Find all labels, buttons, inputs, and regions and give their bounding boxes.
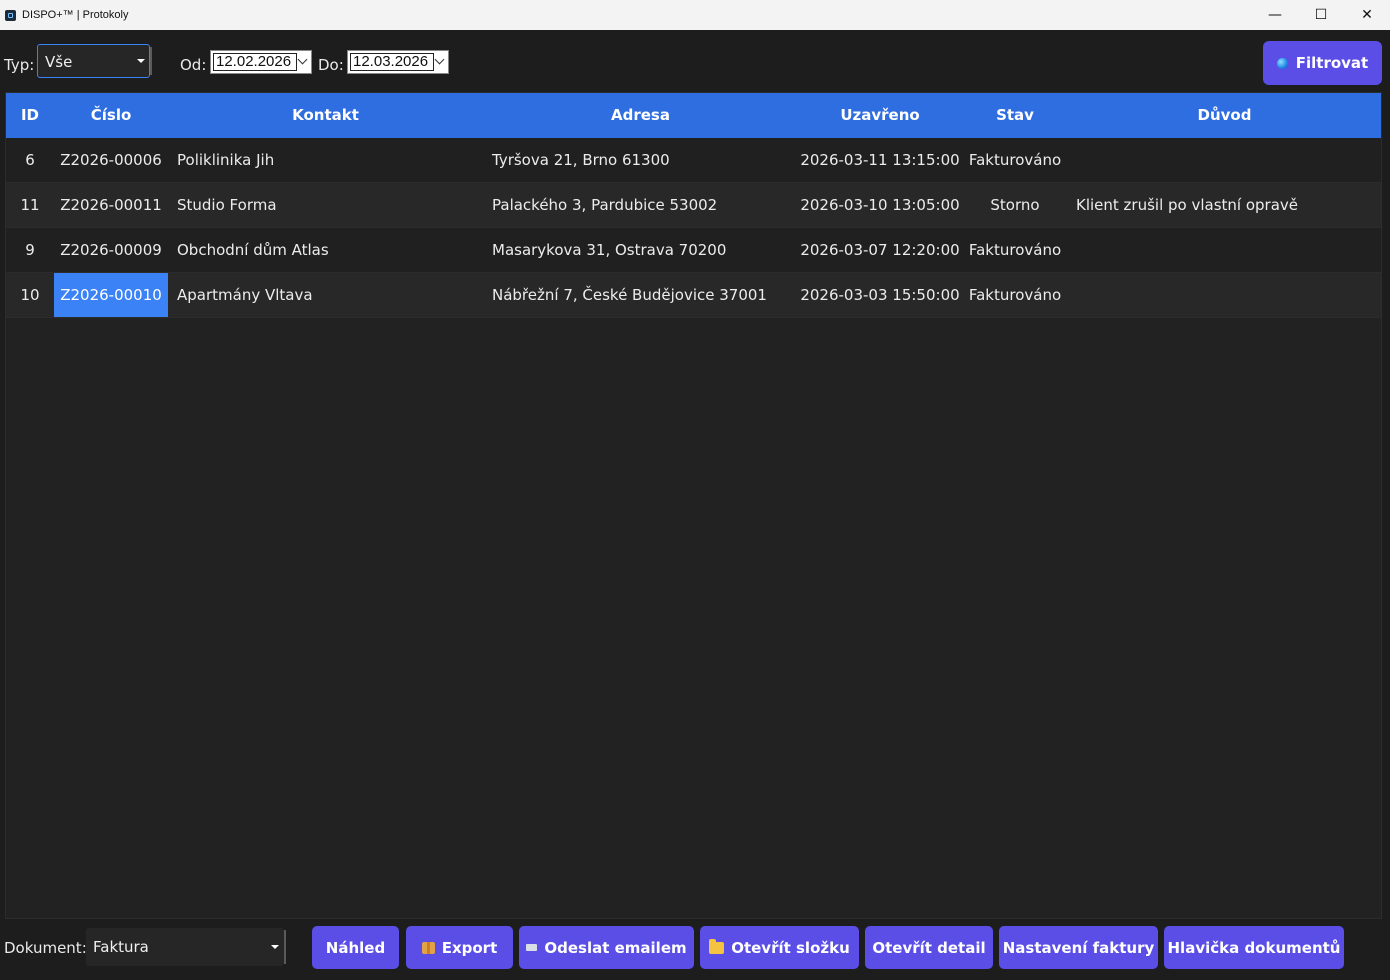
cell-id[interactable]: 11 bbox=[6, 183, 54, 227]
do-label: Do: bbox=[318, 56, 344, 74]
cell-stav[interactable]: Fakturováno bbox=[962, 273, 1068, 317]
od-label: Od: bbox=[180, 56, 207, 74]
envelope-icon bbox=[526, 944, 538, 951]
column-header-id[interactable]: ID bbox=[6, 93, 54, 138]
dokument-label: Dokument: bbox=[4, 939, 87, 957]
cell-stav[interactable]: Storno bbox=[962, 183, 1068, 227]
cell-cislo-selected[interactable]: Z2026-00010 bbox=[54, 273, 168, 317]
document-header-button[interactable]: Hlavička dokumentů bbox=[1164, 926, 1344, 969]
cell-kontakt[interactable]: Studio Forma bbox=[177, 183, 277, 227]
dokument-select-value: Faktura bbox=[93, 938, 149, 956]
cell-uzavreno[interactable]: 2026-03-07 12:20:00 bbox=[798, 228, 962, 272]
filter-toolbar: Typ: Vše Od: 12.02.2026 Do: 12.03.2026 F… bbox=[0, 30, 1390, 92]
cell-adresa[interactable]: Nábřežní 7, České Budějovice 37001 bbox=[492, 273, 767, 317]
chevron-down-icon[interactable] bbox=[297, 54, 308, 65]
minimize-button[interactable]: — bbox=[1252, 0, 1298, 30]
column-header-kontakt[interactable]: Kontakt bbox=[168, 93, 483, 138]
window-title: DISPO+™ | Protokoly bbox=[22, 9, 129, 21]
chevron-down-icon[interactable] bbox=[434, 54, 445, 65]
caret-down-icon bbox=[137, 59, 145, 63]
select-divider bbox=[284, 930, 286, 964]
send-email-button[interactable]: Odeslat emailem bbox=[519, 926, 694, 969]
window-controls: — ☐ ✕ bbox=[1252, 0, 1390, 30]
maximize-button[interactable]: ☐ bbox=[1298, 0, 1344, 30]
package-icon bbox=[421, 941, 435, 954]
protocols-table[interactable]: ID Číslo Kontakt Adresa Uzavřeno Stav Dů… bbox=[5, 92, 1382, 919]
preview-button[interactable]: Náhled bbox=[312, 926, 399, 969]
open-folder-button[interactable]: Otevřít složku bbox=[700, 926, 859, 969]
cell-cislo[interactable]: Z2026-00011 bbox=[54, 183, 168, 227]
invoice-settings-button-label: Nastavení faktury bbox=[1002, 938, 1155, 957]
cell-cislo[interactable]: Z2026-00009 bbox=[54, 228, 168, 272]
cell-kontakt[interactable]: Apartmány Vltava bbox=[177, 273, 313, 317]
export-button-label: Export bbox=[441, 938, 498, 957]
invoice-settings-button[interactable]: Nastavení faktury bbox=[999, 926, 1158, 969]
app-logo-icon bbox=[5, 9, 16, 21]
column-header-cislo[interactable]: Číslo bbox=[54, 93, 168, 138]
typ-label: Typ: bbox=[4, 56, 35, 74]
cell-kontakt[interactable]: Obchodní dům Atlas bbox=[177, 228, 329, 272]
cell-adresa[interactable]: Masarykova 31, Ostrava 70200 bbox=[492, 228, 726, 272]
table-row[interactable]: 10 Z2026-00010 Apartmány Vltava Nábřežní… bbox=[6, 273, 1381, 318]
table-row[interactable]: 6 Z2026-00006 Poliklinika Jih Tyršova 21… bbox=[6, 138, 1381, 183]
cell-kontakt[interactable]: Poliklinika Jih bbox=[177, 138, 274, 182]
cell-cislo[interactable]: Z2026-00006 bbox=[54, 138, 168, 182]
preview-button-label: Náhled bbox=[325, 938, 386, 957]
cell-uzavreno[interactable]: 2026-03-11 13:15:00 bbox=[798, 138, 962, 182]
cell-stav[interactable]: Fakturováno bbox=[962, 228, 1068, 272]
title-bar: DISPO+™ | Protokoly — ☐ ✕ bbox=[0, 0, 1390, 30]
open-folder-button-label: Otevřít složku bbox=[731, 938, 850, 957]
cell-id[interactable]: 9 bbox=[6, 228, 54, 272]
folder-icon bbox=[709, 938, 725, 954]
cell-adresa[interactable]: Tyršova 21, Brno 61300 bbox=[492, 138, 670, 182]
cell-adresa[interactable]: Palackého 3, Pardubice 53002 bbox=[492, 183, 717, 227]
table-row[interactable]: 9 Z2026-00009 Obchodní dům Atlas Masaryk… bbox=[6, 228, 1381, 273]
send-email-button-label: Odeslat emailem bbox=[544, 938, 687, 957]
column-header-duvod[interactable]: Důvod bbox=[1068, 93, 1381, 138]
typ-select[interactable]: Vše bbox=[37, 44, 152, 78]
od-date-value[interactable]: 12.02.2026 bbox=[213, 53, 297, 71]
open-detail-button-label: Otevřít detail bbox=[872, 938, 986, 957]
table-header: ID Číslo Kontakt Adresa Uzavřeno Stav Dů… bbox=[6, 93, 1381, 138]
cell-duvod[interactable]: Klient zrušil po vlastní opravě bbox=[1076, 183, 1298, 227]
filter-button-label: Filtrovat bbox=[1295, 54, 1369, 72]
select-divider bbox=[150, 47, 152, 75]
globe-icon bbox=[1276, 57, 1288, 69]
filter-button[interactable]: Filtrovat bbox=[1263, 41, 1382, 85]
column-header-uzavreno[interactable]: Uzavřeno bbox=[798, 93, 962, 138]
export-button[interactable]: Export bbox=[406, 926, 513, 969]
typ-select-value: Vše bbox=[45, 53, 73, 71]
do-date-picker[interactable]: 12.03.2026 bbox=[347, 50, 449, 74]
cell-stav[interactable]: Fakturováno bbox=[962, 138, 1068, 182]
caret-down-icon bbox=[271, 945, 279, 949]
dokument-select[interactable]: Faktura bbox=[86, 928, 286, 966]
document-header-button-label: Hlavička dokumentů bbox=[1167, 938, 1341, 957]
open-detail-button[interactable]: Otevřít detail bbox=[865, 926, 993, 969]
column-header-adresa[interactable]: Adresa bbox=[483, 93, 798, 138]
od-date-picker[interactable]: 12.02.2026 bbox=[210, 50, 312, 74]
cell-uzavreno[interactable]: 2026-03-03 15:50:00 bbox=[798, 273, 962, 317]
table-row[interactable]: 11 Z2026-00011 Studio Forma Palackého 3,… bbox=[6, 183, 1381, 228]
column-header-stav[interactable]: Stav bbox=[962, 93, 1068, 138]
cell-id[interactable]: 6 bbox=[6, 138, 54, 182]
cell-id[interactable]: 10 bbox=[6, 273, 54, 317]
do-date-value[interactable]: 12.03.2026 bbox=[350, 53, 434, 71]
cell-uzavreno[interactable]: 2026-03-10 13:05:00 bbox=[798, 183, 962, 227]
action-bar: Dokument: Faktura Náhled Export Odeslat … bbox=[0, 920, 1390, 980]
close-button[interactable]: ✕ bbox=[1344, 0, 1390, 30]
